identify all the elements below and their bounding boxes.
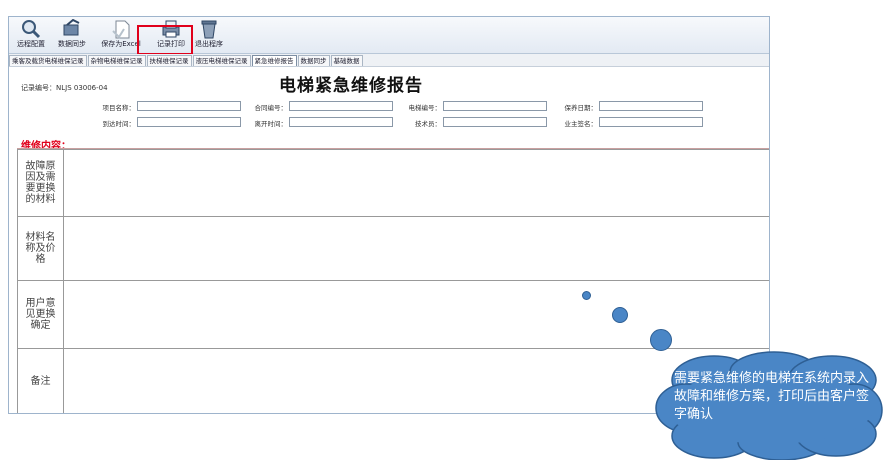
elevator-no-label: 电梯编号： xyxy=(408,104,442,112)
project-name-label: 项目名称： xyxy=(102,104,136,112)
tab-emergency-repair[interactable]: 紧急维修报告 xyxy=(251,55,297,66)
tab-data-sync[interactable]: 数据同步 xyxy=(297,55,330,66)
elevator-no-input[interactable] xyxy=(443,101,547,111)
exit-program-label: 退出程序 xyxy=(195,40,223,48)
sync-icon xyxy=(63,19,80,36)
user-opinion-label: 用户意见更换确定 xyxy=(18,281,64,348)
callout-text: 需要紧急维修的电梯在系统内录入故障和维修方案，打印后由客户签字确认 xyxy=(674,371,870,422)
contract-no-label: 合同编号： xyxy=(254,104,288,112)
owner-sign-input[interactable] xyxy=(599,117,703,127)
data-sync-label: 数据同步 xyxy=(58,40,86,48)
toolbar: 远程配置 数据同步 保存为Excel 记录打印 退出程序 xyxy=(9,17,769,55)
record-number: 记录编号：NLJS 03006-04 xyxy=(21,84,108,92)
remarks-label: 备注 xyxy=(18,349,64,413)
tab-dumbwaiter[interactable]: 杂物电梯维保记录 xyxy=(87,55,146,66)
service-date-label: 保养日期： xyxy=(564,104,598,112)
service-date-input[interactable] xyxy=(599,101,703,111)
print-button-highlight xyxy=(137,25,193,55)
remote-config-button[interactable]: 远程配置 xyxy=(13,19,49,51)
project-name-input[interactable] xyxy=(137,101,241,111)
leave-time-label: 离开时间： xyxy=(254,120,288,128)
exit-program-button[interactable]: 退出程序 xyxy=(189,19,229,51)
material-price-label: 材料名称及价格 xyxy=(18,217,64,280)
callout-dot-small xyxy=(582,291,591,300)
report-title: 电梯紧急维修报告 xyxy=(279,76,423,96)
material-price-row[interactable]: 材料名称及价格 xyxy=(18,217,769,281)
technician-label: 技术员： xyxy=(415,120,441,128)
technician-input[interactable] xyxy=(443,117,547,127)
data-sync-button[interactable]: 数据同步 xyxy=(53,19,91,51)
leave-time-input[interactable] xyxy=(289,117,393,127)
tab-bar: 乘客及载货电梯维保记录 杂物电梯维保记录 扶梯维保记录 液压电梯维保记录 紧急维修报告数… xyxy=(9,54,769,67)
contract-no-input[interactable] xyxy=(289,101,393,111)
fault-cause-label: 故障原因及需要更换的材料 xyxy=(18,150,64,216)
exit-icon xyxy=(201,20,217,39)
tab-passenger-elevator[interactable]: 乘客及载货电梯维保记录 xyxy=(9,55,87,66)
save-excel-label: 保存为Excel xyxy=(101,40,141,48)
fault-cause-row[interactable]: 故障原因及需要更换的材料 xyxy=(18,150,769,217)
tab-hydraulic-elevator[interactable]: 液压电梯维保记录 xyxy=(192,55,251,66)
remote-config-label: 远程配置 xyxy=(17,40,45,48)
callout-dot-medium xyxy=(612,307,628,323)
tab-escalator[interactable]: 扶梯维保记录 xyxy=(146,55,192,66)
owner-sign-label: 业主签名： xyxy=(564,120,598,128)
magnifier-tool-icon xyxy=(22,20,41,39)
arrival-time-input[interactable] xyxy=(137,117,241,127)
callout-dot-large xyxy=(650,329,672,351)
tab-base-data[interactable]: 基础数据 xyxy=(330,55,363,66)
document-save-icon xyxy=(112,20,130,39)
arrival-time-label: 到达时间： xyxy=(102,120,136,128)
